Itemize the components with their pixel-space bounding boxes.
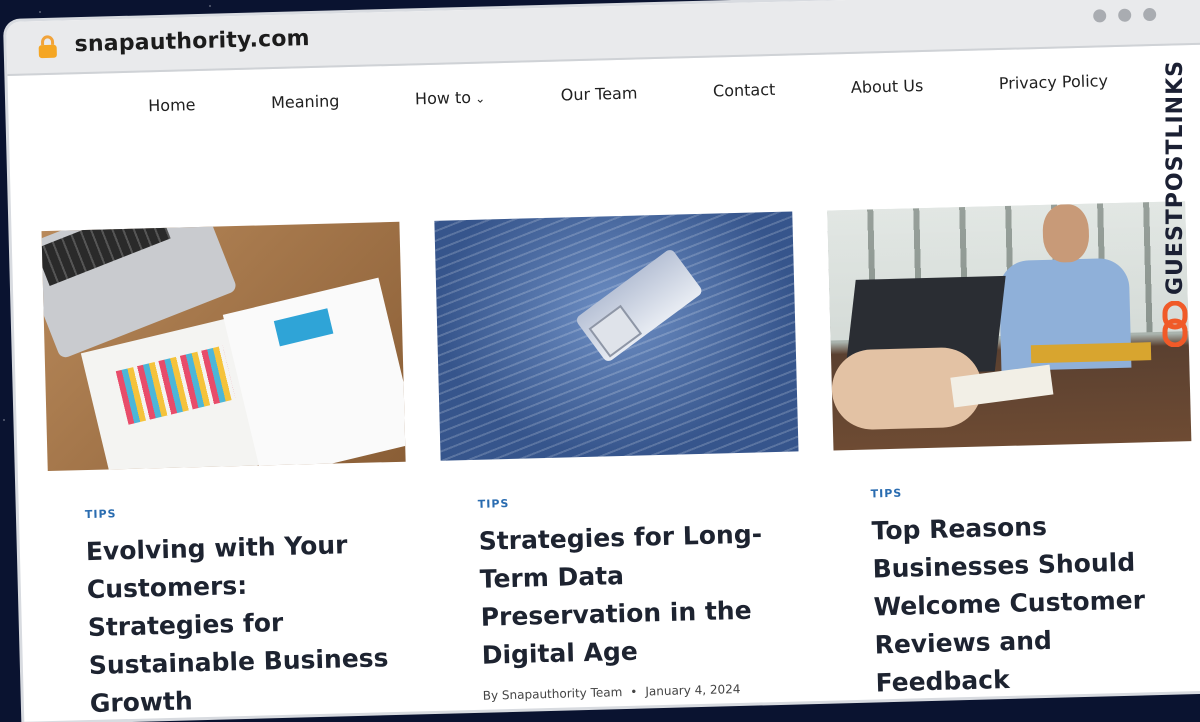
post-card: TIPS Top Reasons Businesses Should Welco…: [827, 201, 1198, 703]
nav-item-meaning[interactable]: Meaning: [271, 91, 340, 112]
post-thumbnail-meeting[interactable]: [827, 201, 1192, 451]
nav-item-about-us[interactable]: About Us: [851, 76, 924, 97]
post-card: TIPS Strategies for Long-Term Data Prese…: [434, 211, 805, 713]
window-dot-icon[interactable]: [1143, 7, 1157, 22]
window-dot-icon[interactable]: [1093, 9, 1107, 23]
nav-item-how-to[interactable]: How to ⌄: [415, 87, 486, 108]
chevron-down-icon: ⌄: [474, 91, 486, 106]
nav-item-our-team[interactable]: Our Team: [560, 83, 637, 104]
watermark-text: GUESTPOSTLINKS: [1162, 60, 1188, 295]
lock-icon: [38, 35, 57, 59]
post-author[interactable]: By Snapauthority Team: [483, 685, 623, 703]
window-controls: [1093, 7, 1157, 23]
link-logo-icon: [1162, 301, 1188, 347]
browser-window: snapauthority.com Home Meaning How to ⌄ O…: [6, 0, 1200, 722]
post-grid: TIPS Evolving with Your Customers: Strat…: [41, 201, 1200, 722]
post-category[interactable]: TIPS: [478, 489, 800, 511]
meta-separator: •: [630, 684, 638, 699]
post-title[interactable]: Top Reasons Businesses Should Welcome Cu…: [871, 504, 1188, 702]
window-dot-icon[interactable]: [1118, 8, 1132, 22]
post-category[interactable]: TIPS: [870, 479, 1192, 501]
main-navigation: Home Meaning How to ⌄ Our Team Contact Ab…: [148, 71, 1108, 115]
nav-item-privacy-policy[interactable]: Privacy Policy: [999, 71, 1109, 93]
post-title[interactable]: Strategies for Long-Term Data Preservati…: [478, 515, 794, 675]
post-meta: By Snapauthority Team • January 4, 2024: [483, 680, 805, 703]
post-title[interactable]: Evolving with Your Customers: Strategies…: [85, 525, 402, 722]
guestpostlinks-watermark: GUESTPOSTLINKS: [1158, 60, 1192, 360]
post-card: TIPS Evolving with Your Customers: Strat…: [41, 221, 412, 722]
post-thumbnail-charts[interactable]: [41, 221, 406, 472]
nav-item-contact[interactable]: Contact: [713, 80, 776, 101]
post-date: January 4, 2024: [645, 682, 741, 699]
person-head-image-part: [1042, 203, 1090, 263]
address-bar-url[interactable]: snapauthority.com: [74, 26, 310, 57]
nav-item-home[interactable]: Home: [148, 95, 196, 115]
post-category[interactable]: TIPS: [85, 500, 407, 521]
nav-item-how-to-label: How to: [414, 87, 472, 109]
folder-image-part: [1030, 342, 1152, 364]
post-thumbnail-usb[interactable]: [434, 211, 799, 461]
